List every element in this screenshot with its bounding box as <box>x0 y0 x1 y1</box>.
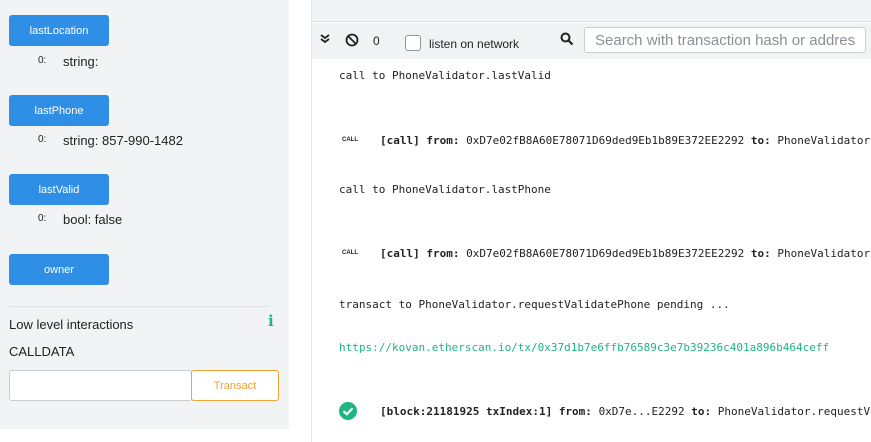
terminal-resize-bar[interactable] <box>312 0 871 22</box>
pending-tx-count: 0 <box>373 34 380 48</box>
call-tag: [call] <box>380 134 420 147</box>
log-call-detail[interactable]: [call] from: 0xD7e02fB8A60E78071D69ded9E… <box>380 134 871 147</box>
search-icon <box>560 32 574 49</box>
calldata-input[interactable] <box>9 370 192 401</box>
from-address: 0xD7e...E2292 <box>598 405 685 418</box>
success-check-icon <box>339 402 357 423</box>
call-badge: CALL <box>342 137 358 143</box>
log-transact-pending: transact to PhoneValidator.requestValida… <box>339 298 730 311</box>
from-label: from: <box>426 134 460 147</box>
listen-network-checkbox[interactable] <box>405 35 421 51</box>
block-tag: [block:21181925 txIndex:1] <box>380 405 553 418</box>
from-address: 0xD7e02fB8A60E78071D69ded9Eb1b89E372EE22… <box>466 247 745 260</box>
terminal-panel: 0 listen on network call to PhoneValidat… <box>311 0 871 442</box>
return-value: string: <box>63 54 99 69</box>
panel-gap <box>289 0 311 442</box>
divider <box>9 306 270 307</box>
calldata-label: CALLDATA <box>9 344 75 359</box>
log-call-line: call to PhoneValidator.lastPhone <box>339 183 551 196</box>
return-value: string: 857-990-1482 <box>63 133 183 148</box>
owner-button[interactable]: owner <box>9 254 109 285</box>
to-value: PhoneValidator.requestValidatePhone <box>717 405 871 418</box>
call-tag: [call] <box>380 247 420 260</box>
lastPhone-button[interactable]: lastPhone <box>9 95 109 126</box>
transact-button[interactable]: Transact <box>191 370 279 401</box>
call-badge: CALL <box>342 250 358 256</box>
log-call-line: call to PhoneValidator.lastValid <box>339 69 551 82</box>
to-label: to: <box>750 134 771 147</box>
search-input[interactable] <box>584 27 866 53</box>
low-level-title: Low level interactions <box>9 317 134 332</box>
return-value: bool: false <box>63 212 123 227</box>
listen-network-label: listen on network <box>429 37 520 51</box>
from-address: 0xD7e02fB8A60E78071D69ded9Eb1b89E372EE22… <box>466 134 745 147</box>
contract-functions-panel: lastLocation 0: string: lastPhone 0: str… <box>0 0 289 429</box>
from-label: from: <box>426 247 460 260</box>
return-index: 0: <box>38 134 47 145</box>
chevron-double-down-icon[interactable] <box>320 34 330 47</box>
return-index: 0: <box>38 55 47 66</box>
to-value: PhoneValidator.lastPhone() <box>777 247 871 260</box>
log-tx-detail[interactable]: [block:21181925 txIndex:1] from: 0xD7e..… <box>380 405 871 418</box>
clear-icon[interactable] <box>345 33 359 50</box>
info-icon[interactable]: i <box>268 312 274 330</box>
return-index: 0: <box>38 213 47 224</box>
terminal-toolbar: 0 listen on network <box>312 23 871 59</box>
lastLocation-button[interactable]: lastLocation <box>9 15 109 46</box>
to-value: PhoneValidator.lastValid() <box>777 134 871 147</box>
log-call-detail[interactable]: [call] from: 0xD7e02fB8A60E78071D69ded9E… <box>380 247 871 260</box>
to-label: to: <box>750 247 771 260</box>
lastValid-button[interactable]: lastValid <box>9 174 109 205</box>
to-label: to: <box>691 405 712 418</box>
etherscan-link[interactable]: https://kovan.etherscan.io/tx/0x37d1b7e6… <box>339 341 829 354</box>
from-label: from: <box>558 405 592 418</box>
